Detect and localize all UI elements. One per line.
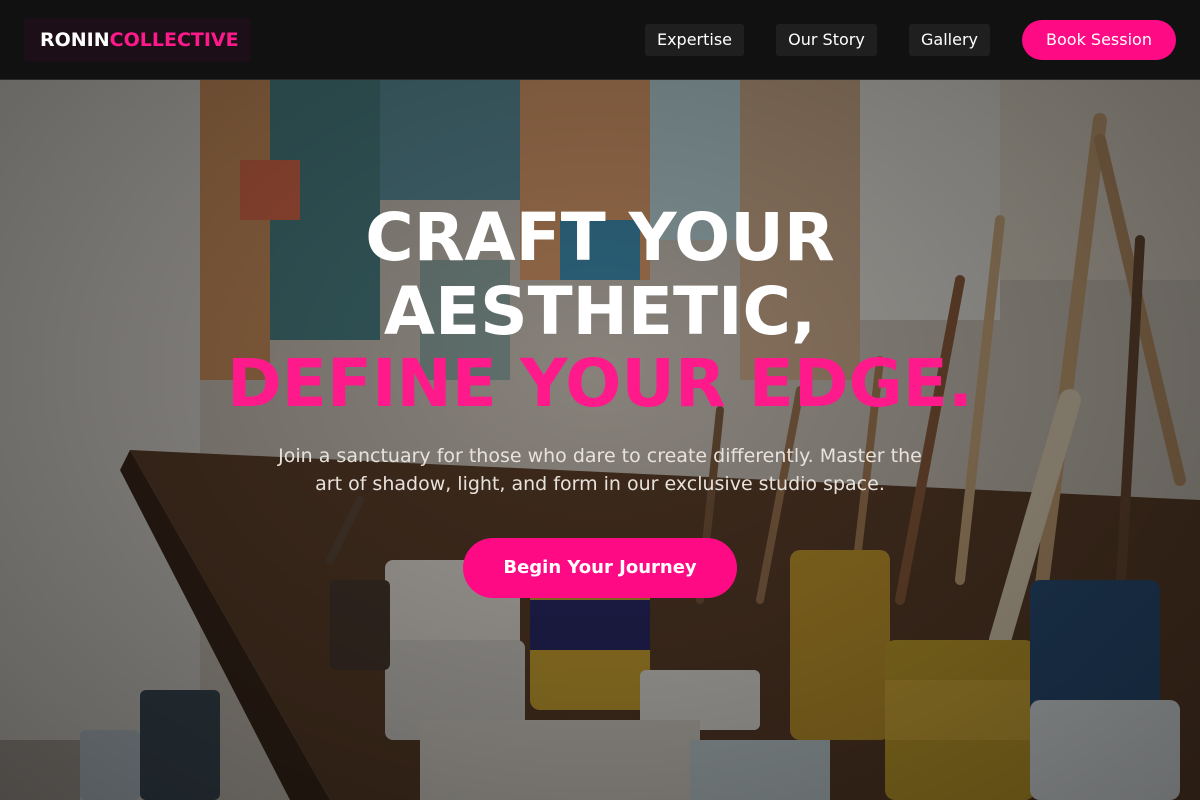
hero-background-image: [0, 80, 1200, 800]
hero-headline-line2: AESTHETIC,: [383, 273, 817, 350]
hero-subtext: Join a sanctuary for those who dare to c…: [278, 445, 922, 495]
brand-name-part2: COLLECTIVE: [109, 29, 239, 51]
hero-headline-line1: CRAFT YOUR: [365, 199, 835, 276]
brand-logo[interactable]: RONINCOLLECTIVE: [24, 18, 251, 62]
nav-link-our-story[interactable]: Our Story: [776, 24, 877, 56]
nav-link-gallery[interactable]: Gallery: [909, 24, 990, 56]
begin-journey-button[interactable]: Begin Your Journey: [463, 538, 737, 598]
top-navbar: RONINCOLLECTIVE Expertise Our Story Gall…: [0, 0, 1200, 80]
hero-dark-overlay: [0, 80, 1200, 800]
book-session-button[interactable]: Book Session: [1022, 20, 1176, 60]
nav-link-expertise[interactable]: Expertise: [645, 24, 744, 56]
hero-headline-accent: DEFINE YOUR EDGE.: [227, 345, 973, 422]
brand-name-part1: RONIN: [40, 29, 110, 51]
